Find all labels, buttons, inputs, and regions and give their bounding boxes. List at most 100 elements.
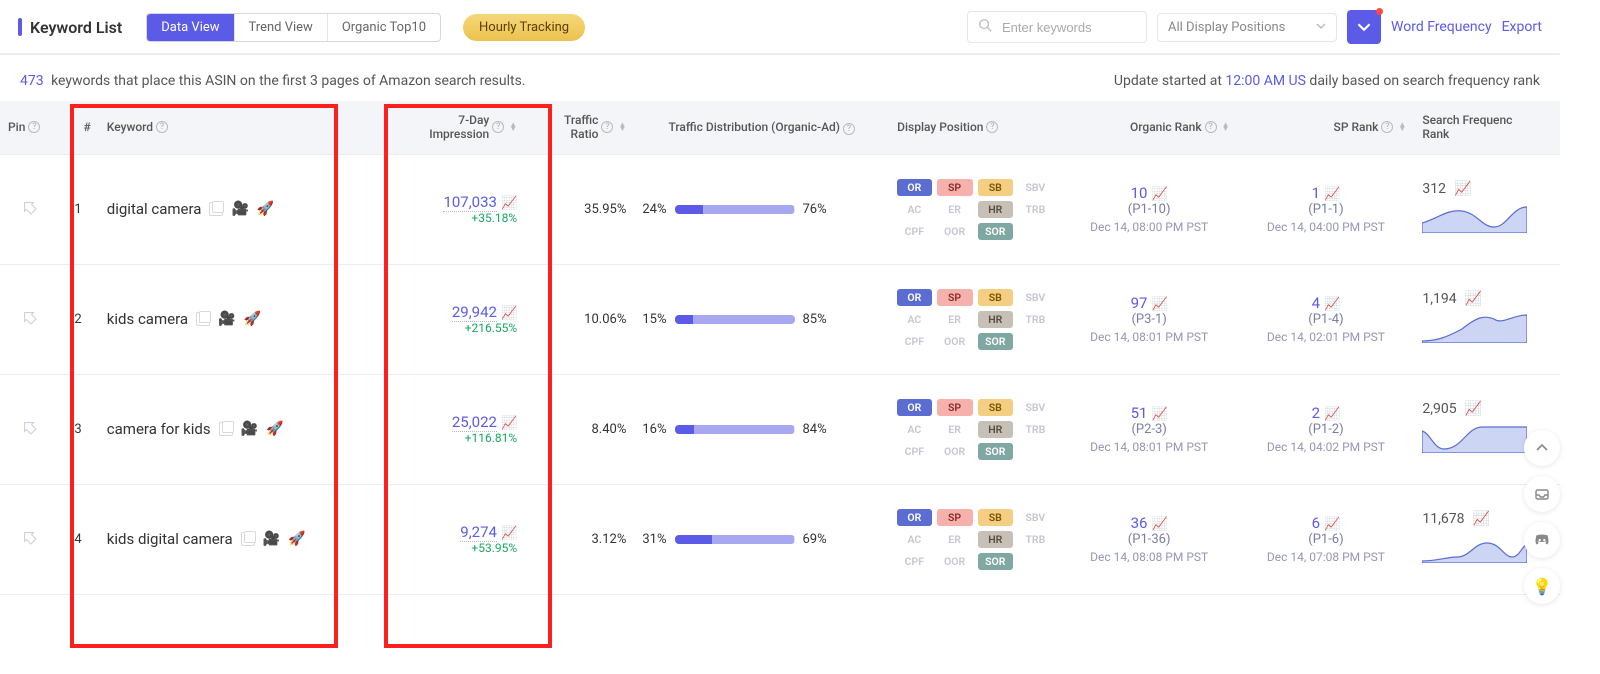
tag-ac[interactable]: AC	[897, 311, 931, 328]
chart-icon[interactable]: 📈	[1324, 297, 1340, 312]
tag-or[interactable]: OR	[897, 179, 931, 196]
col-sp-rank[interactable]: SP Rank?▲▼	[1238, 101, 1415, 154]
tag-sor[interactable]: SOR	[978, 333, 1013, 350]
sort-icon[interactable]: ▲▼	[509, 123, 517, 131]
tag-oor[interactable]: OOR	[937, 223, 973, 240]
tag-sor[interactable]: SOR	[978, 223, 1013, 240]
tag-ac[interactable]: AC	[897, 531, 931, 548]
sort-icon[interactable]: ▲▼	[618, 123, 626, 131]
keyword-text[interactable]: camera for kids	[107, 420, 211, 438]
pin-cell[interactable]	[0, 154, 57, 264]
keyword-text[interactable]: digital camera	[107, 200, 202, 218]
tag-sp[interactable]: SP	[937, 289, 973, 306]
tag-cpf[interactable]: CPF	[897, 223, 931, 240]
tag-or[interactable]: OR	[897, 289, 931, 306]
sp-rank[interactable]: 2	[1312, 404, 1320, 422]
tag-er[interactable]: ER	[937, 421, 973, 438]
tag-sbv[interactable]: SBV	[1018, 399, 1053, 416]
copy-icon[interactable]	[241, 532, 255, 546]
rocket-icon[interactable]: 🚀	[257, 201, 274, 217]
chart-icon[interactable]: 📈	[1151, 407, 1167, 422]
rocket-icon[interactable]: 🚀	[266, 421, 283, 437]
chart-icon[interactable]: 📈	[1151, 517, 1167, 532]
tag-trb[interactable]: TRB	[1018, 421, 1053, 438]
impression-value[interactable]: 107,033	[443, 193, 497, 212]
tag-oor[interactable]: OOR	[937, 333, 973, 350]
tag-ac[interactable]: AC	[897, 201, 931, 218]
copy-icon[interactable]	[209, 202, 223, 216]
tag-sb[interactable]: SB	[978, 289, 1013, 306]
col-pin[interactable]: Pin?	[0, 101, 57, 154]
expand-button[interactable]	[1347, 10, 1381, 44]
organic-rank[interactable]: 36	[1131, 514, 1148, 532]
display-position-select[interactable]: All Display Positions	[1157, 13, 1337, 42]
tag-er[interactable]: ER	[937, 201, 973, 218]
tag-ac[interactable]: AC	[897, 421, 931, 438]
chart-icon[interactable]: 📈	[501, 306, 517, 321]
chart-icon[interactable]: 📈	[1472, 511, 1489, 527]
tag-sp[interactable]: SP	[937, 399, 973, 416]
tag-trb[interactable]: TRB	[1018, 531, 1053, 548]
sort-icon[interactable]: ▲▼	[1398, 123, 1406, 131]
chart-icon[interactable]: 📈	[501, 416, 517, 431]
search-freq-value[interactable]: 11,678	[1422, 511, 1464, 527]
keyword-text[interactable]: kids digital camera	[107, 530, 233, 548]
export-link[interactable]: Export	[1502, 19, 1542, 35]
pin-cell[interactable]	[0, 374, 57, 484]
tag-trb[interactable]: TRB	[1018, 201, 1053, 218]
tag-oor[interactable]: OOR	[937, 553, 973, 570]
tag-cpf[interactable]: CPF	[897, 553, 931, 570]
tag-sbv[interactable]: SBV	[1018, 289, 1053, 306]
tag-sb[interactable]: SB	[978, 399, 1013, 416]
tag-trb[interactable]: TRB	[1018, 311, 1053, 328]
camera-icon[interactable]: 🎥	[231, 201, 248, 217]
rocket-icon[interactable]: 🚀	[243, 311, 260, 327]
hourly-tracking-pill[interactable]: Hourly Tracking	[463, 14, 585, 41]
tag-or[interactable]: OR	[897, 399, 931, 416]
chart-icon[interactable]: 📈	[1324, 407, 1340, 422]
idea-icon[interactable]: 💡	[1524, 568, 1560, 604]
camera-icon[interactable]: 🎥	[241, 421, 258, 437]
tag-sor[interactable]: SOR	[978, 553, 1013, 570]
tag-hr[interactable]: HR	[978, 421, 1013, 438]
chart-icon[interactable]: 📈	[1151, 187, 1167, 202]
tag-sb[interactable]: SB	[978, 509, 1013, 526]
camera-icon[interactable]: 🎥	[218, 311, 235, 327]
organic-rank[interactable]: 10	[1131, 184, 1148, 202]
search-input[interactable]	[1000, 19, 1136, 36]
chart-icon[interactable]: 📈	[1465, 401, 1482, 417]
search-freq-value[interactable]: 312	[1422, 181, 1446, 197]
tag-er[interactable]: ER	[937, 531, 973, 548]
discord-icon[interactable]	[1524, 522, 1560, 558]
copy-icon[interactable]	[196, 312, 210, 326]
tag-hr[interactable]: HR	[978, 531, 1013, 548]
chart-icon[interactable]: 📈	[501, 526, 517, 541]
tab-trend-view[interactable]: Trend View	[234, 14, 327, 41]
sort-icon[interactable]: ▲▼	[1222, 123, 1230, 131]
tab-data-view[interactable]: Data View	[147, 14, 233, 41]
tag-sbv[interactable]: SBV	[1018, 509, 1053, 526]
tag-sb[interactable]: SB	[978, 179, 1013, 196]
tag-hr[interactable]: HR	[978, 311, 1013, 328]
tag-sor[interactable]: SOR	[978, 443, 1013, 460]
tag-or[interactable]: OR	[897, 509, 931, 526]
chart-icon[interactable]: 📈	[1151, 297, 1167, 312]
tag-sp[interactable]: SP	[937, 509, 973, 526]
organic-rank[interactable]: 51	[1131, 404, 1148, 422]
search-freq-value[interactable]: 1,194	[1422, 291, 1456, 307]
impression-value[interactable]: 25,022	[452, 413, 497, 432]
sp-rank[interactable]: 4	[1312, 294, 1320, 312]
chart-icon[interactable]: 📈	[501, 196, 517, 211]
impression-value[interactable]: 29,942	[452, 303, 497, 322]
scroll-top-button[interactable]	[1524, 430, 1560, 466]
keyword-text[interactable]: kids camera	[107, 310, 188, 328]
chart-icon[interactable]: 📈	[1454, 181, 1471, 197]
inbox-icon[interactable]	[1524, 476, 1560, 512]
chart-icon[interactable]: 📈	[1465, 291, 1482, 307]
tag-cpf[interactable]: CPF	[897, 333, 931, 350]
search-freq-value[interactable]: 2,905	[1422, 401, 1456, 417]
chart-icon[interactable]: 📈	[1324, 517, 1340, 532]
tag-cpf[interactable]: CPF	[897, 443, 931, 460]
tab-organic-top10[interactable]: Organic Top10	[327, 14, 440, 41]
search-input-wrap[interactable]	[967, 11, 1147, 43]
